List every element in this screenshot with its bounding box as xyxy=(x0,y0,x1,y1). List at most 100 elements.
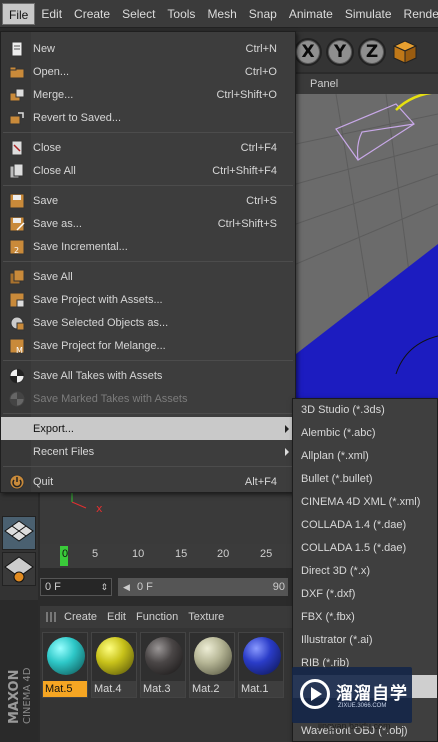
frame-range-slider[interactable]: ◀ 0 F 90 xyxy=(118,578,288,596)
current-frame-value: 0 F xyxy=(45,581,61,593)
frame-stepper-icon: ⇕ xyxy=(100,582,108,592)
menu-snap[interactable]: Snap xyxy=(243,3,283,25)
menu-item-export[interactable]: Export... xyxy=(1,417,295,440)
play-triangle-icon xyxy=(311,687,322,701)
material-swatch[interactable]: Mat.5 xyxy=(42,632,88,698)
mat-menu-texture[interactable]: Texture xyxy=(188,611,224,623)
menu-separator xyxy=(3,261,293,262)
mat-menu-create[interactable]: Create xyxy=(64,611,97,623)
export-alembic[interactable]: Alembic (*.abc) xyxy=(293,422,437,445)
current-frame-field[interactable]: 0 F ⇕ xyxy=(40,578,112,596)
save-as-icon xyxy=(9,216,25,231)
menu-separator xyxy=(3,185,293,186)
axis-gizmo-icon: x xyxy=(71,492,103,515)
new-file-icon xyxy=(11,41,23,56)
menu-item-revert-to-saved[interactable]: Revert to Saved... xyxy=(1,106,295,129)
watermark-badge: 溜溜自学 ZIXUE.3066.COM xyxy=(292,667,412,723)
mat-menu-function[interactable]: Function xyxy=(136,611,178,623)
export-illustrator[interactable]: Illustrator (*.ai) xyxy=(293,629,437,652)
material-name: Mat.2 xyxy=(190,681,234,697)
top-toolbar: X Y Z xyxy=(290,32,438,72)
save-marked-takes-icon xyxy=(9,391,25,406)
menu-simulate[interactable]: Simulate xyxy=(339,3,398,25)
tick-5: 5 xyxy=(92,548,99,560)
tick-25: 25 xyxy=(260,548,273,560)
revert-icon xyxy=(9,111,24,124)
menu-item-save-marked-takes[interactable]: Save Marked Takes with Assets xyxy=(1,387,295,410)
submenu-arrow-icon xyxy=(285,447,289,456)
y-axis-icon: Y xyxy=(329,41,351,63)
menu-item-quit[interactable]: Quit Alt+F4 xyxy=(1,470,295,493)
menu-item-save-incremental[interactable]: 2 Save Incremental... xyxy=(1,235,295,258)
menu-item-open[interactable]: Open... Ctrl+O xyxy=(1,60,295,83)
menu-item-save[interactable]: Save Ctrl+S xyxy=(1,189,295,212)
menu-item-new[interactable]: New Ctrl+N xyxy=(1,37,295,60)
y-axis-lock-button[interactable]: Y xyxy=(326,38,354,66)
material-sphere xyxy=(243,637,281,675)
material-swatch[interactable]: Mat.1 xyxy=(238,632,284,698)
menu-separator xyxy=(3,360,293,361)
export-c4d-xml[interactable]: CINEMA 4D XML (*.xml) xyxy=(293,491,437,514)
menu-file[interactable]: File xyxy=(2,2,36,25)
z-axis-lock-button[interactable]: Z xyxy=(358,38,386,66)
export-bullet[interactable]: Bullet (*.bullet) xyxy=(293,468,437,491)
texture-mode-button[interactable] xyxy=(2,516,36,550)
material-swatch[interactable]: Mat.4 xyxy=(91,632,137,698)
menu-mesh[interactable]: Mesh xyxy=(201,3,242,25)
timeline-ruler[interactable]: 0 5 10 15 20 25 xyxy=(40,544,296,568)
save-selected-icon xyxy=(10,316,25,330)
menu-animate[interactable]: Animate xyxy=(283,3,339,25)
file-menu-dropdown: New Ctrl+N Open... Ctrl+O Merge... Ctrl+Shi… xyxy=(0,31,296,493)
tick-15: 15 xyxy=(175,548,188,560)
menu-separator xyxy=(3,466,293,467)
menu-item-close[interactable]: Close Ctrl+F4 xyxy=(1,136,295,159)
menu-item-save-all[interactable]: Save All xyxy=(1,265,295,288)
menu-render[interactable]: Rende xyxy=(398,3,438,25)
material-sphere xyxy=(145,637,183,675)
maxon-cinema4d-logo: MAXON CINEMA 4D xyxy=(7,667,33,724)
mat-menu-edit[interactable]: Edit xyxy=(107,611,126,623)
export-fbx[interactable]: FBX (*.fbx) xyxy=(293,606,437,629)
material-swatch[interactable]: Mat.3 xyxy=(140,632,186,698)
menu-select[interactable]: Select xyxy=(116,3,161,25)
viewport-panel-menu[interactable]: Panel xyxy=(296,74,438,94)
menu-tools[interactable]: Tools xyxy=(161,3,201,25)
export-direct3d[interactable]: Direct 3D (*.x) xyxy=(293,560,437,583)
menu-item-close-all[interactable]: Close All Ctrl+Shift+F4 xyxy=(1,159,295,182)
menu-item-merge[interactable]: Merge... Ctrl+Shift+O xyxy=(1,83,295,106)
menu-create[interactable]: Create xyxy=(68,3,116,25)
material-menu-bar: Create Edit Function Texture xyxy=(40,606,296,628)
coordinate-system-button[interactable] xyxy=(390,37,420,67)
tick-0: 0 xyxy=(62,548,69,560)
menu-item-save-project-with-assets[interactable]: Save Project with Assets... xyxy=(1,288,295,311)
material-sphere xyxy=(96,637,134,675)
menu-separator xyxy=(3,413,293,414)
checker-grid-icon xyxy=(4,520,34,542)
3d-viewport[interactable] xyxy=(296,74,438,404)
power-icon xyxy=(9,474,25,489)
menu-item-recent-files[interactable]: Recent Files xyxy=(1,440,295,463)
export-3ds[interactable]: 3D Studio (*.3ds) xyxy=(293,399,437,422)
x-axis-icon: X xyxy=(297,41,319,63)
svg-text:x: x xyxy=(96,502,103,515)
menu-item-save-for-melange[interactable]: M Save Project for Melange... xyxy=(1,334,295,357)
menu-edit[interactable]: Edit xyxy=(35,3,68,25)
workplane-button[interactable] xyxy=(2,552,36,586)
save-melange-icon: M xyxy=(9,338,25,354)
save-icon xyxy=(9,193,25,208)
x-axis-lock-button[interactable]: X xyxy=(294,38,322,66)
export-collada-14[interactable]: COLLADA 1.4 (*.dae) xyxy=(293,514,437,537)
material-swatch[interactable]: Mat.2 xyxy=(189,632,235,698)
material-name: Mat.1 xyxy=(239,681,283,697)
export-allplan[interactable]: Allplan (*.xml) xyxy=(293,445,437,468)
export-collada-15[interactable]: COLLADA 1.5 (*.dae) xyxy=(293,537,437,560)
z-axis-icon: Z xyxy=(361,41,383,63)
panel-grip-icon[interactable] xyxy=(46,612,58,622)
menu-item-save-selected-objects[interactable]: Save Selected Objects as... xyxy=(1,311,295,334)
watermark-title: 溜溜自学 xyxy=(336,684,408,704)
viewport-scene xyxy=(296,74,438,404)
menu-item-save-all-takes[interactable]: Save All Takes with Assets xyxy=(1,364,295,387)
menu-item-save-as[interactable]: Save as... Ctrl+Shift+S xyxy=(1,212,295,235)
submenu-arrow-icon xyxy=(285,424,289,433)
export-dxf[interactable]: DXF (*.dxf) xyxy=(293,583,437,606)
